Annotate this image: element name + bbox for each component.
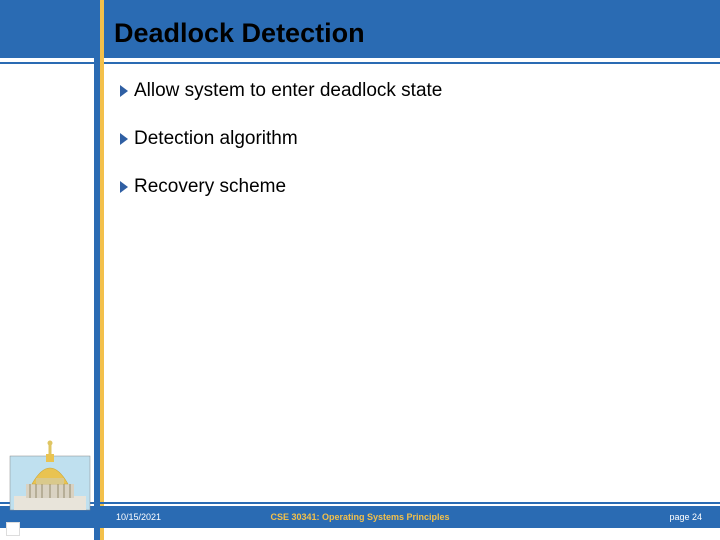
content-list: Allow system to enter deadlock state Det… (120, 80, 690, 224)
page-title: Deadlock Detection (114, 18, 365, 49)
bullet-icon (120, 181, 128, 193)
footer-band: 10/15/2021 CSE 30341: Operating Systems … (0, 506, 720, 528)
list-item: Allow system to enter deadlock state (120, 80, 690, 102)
header-thin-line (0, 62, 720, 64)
list-item-label: Recovery scheme (134, 176, 286, 198)
bullet-icon (120, 85, 128, 97)
footer-top-line (0, 502, 720, 504)
bullet-icon (120, 133, 128, 145)
list-item-label: Allow system to enter deadlock state (134, 80, 442, 102)
left-rail-yellow (100, 0, 104, 540)
footer-page: page 24 (669, 506, 702, 528)
list-item: Recovery scheme (120, 176, 690, 198)
footer-course: CSE 30341: Operating Systems Principles (0, 506, 720, 528)
dome-icon (6, 414, 94, 524)
corner-square (6, 522, 20, 536)
list-item-label: Detection algorithm (134, 128, 298, 150)
list-item: Detection algorithm (120, 128, 690, 150)
slide: Deadlock Detection Allow system to enter… (0, 0, 720, 540)
